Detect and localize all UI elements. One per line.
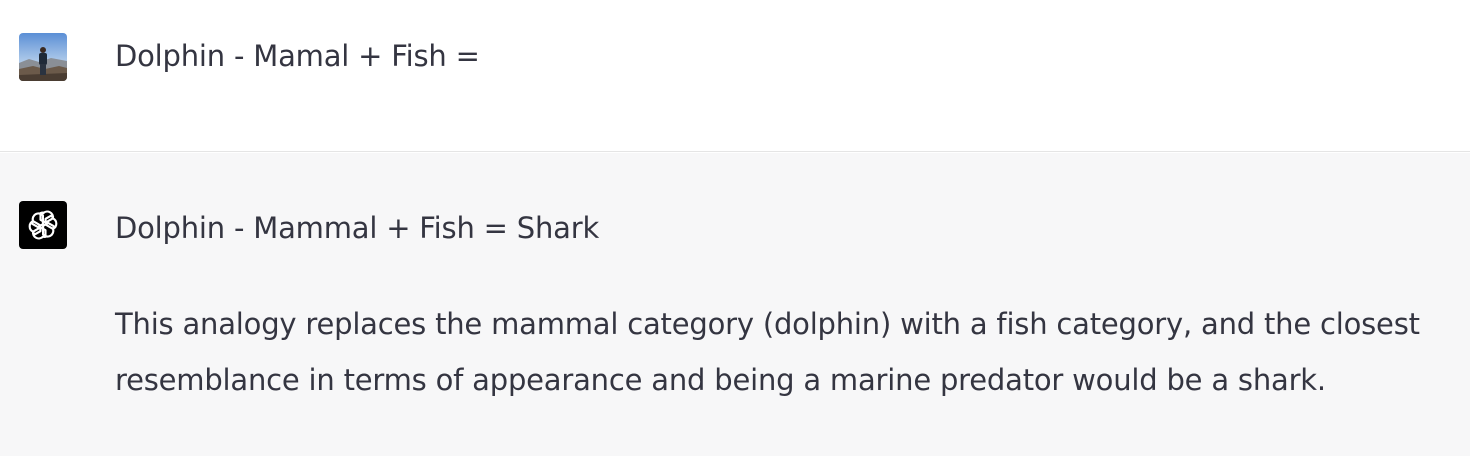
assistant-avatar: [19, 201, 67, 249]
user-avatar: [19, 33, 67, 81]
user-message-body: Dolphin - Mamal + Fish =: [115, 39, 480, 73]
assistant-message-row: Dolphin - Mammal + Fish = Shark This ana…: [0, 153, 1470, 456]
assistant-explanation: This analogy replaces the mammal categor…: [115, 307, 1420, 397]
assistant-answer: Dolphin - Mammal + Fish = Shark: [115, 211, 600, 245]
user-photo-avatar: [19, 33, 67, 81]
user-message-row: Dolphin - Mamal + Fish =: [0, 0, 1470, 152]
chat-thread: Dolphin - Mamal + Fish = Dolphin - Mamma…: [0, 0, 1470, 456]
user-message-text: Dolphin - Mamal + Fish =: [115, 28, 1435, 84]
openai-logo-icon: [28, 210, 58, 240]
assistant-message-text: Dolphin - Mammal + Fish = Shark This ana…: [115, 200, 1435, 408]
